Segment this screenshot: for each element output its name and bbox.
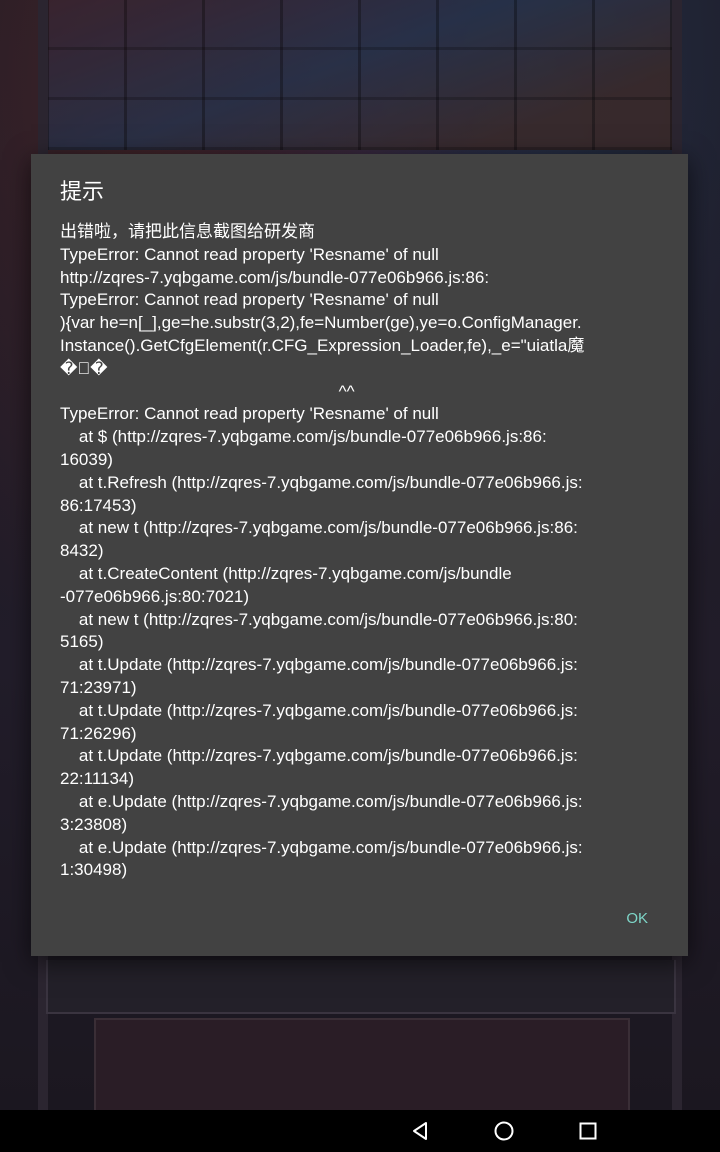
message-line: ){var he=n[_],ge=he.substr(3,2),fe=Numbe… — [60, 313, 582, 333]
message-line: 71:23971) — [60, 677, 137, 697]
message-line: at t.Update (http://zqres-7.yqbgame.com/… — [60, 700, 578, 720]
background-lower-panel — [46, 960, 676, 1014]
error-dialog: 提示 出错啦，请把此信息截图给研发商 TypeError: Cannot read… — [31, 154, 688, 956]
back-triangle-icon — [413, 1122, 427, 1140]
message-line: 1:30498) — [60, 860, 128, 880]
message-line: TypeError: Cannot read property 'Resname… — [60, 404, 439, 424]
message-line: 16039) — [60, 449, 113, 469]
message-line: at new t (http://zqres-7.yqbgame.com/js/… — [60, 609, 578, 629]
home-circle-icon — [494, 1121, 514, 1141]
message-line: Instance().GetCfgElement(r.CFG_Expressio… — [60, 335, 585, 355]
message-line: 出错啦，请把此信息截图给研发商 — [60, 222, 315, 241]
recent-apps-square-icon — [579, 1122, 597, 1140]
dialog-title: 提示 — [60, 179, 105, 204]
message-line: ^^ — [60, 381, 355, 401]
back-button[interactable] — [390, 1110, 450, 1152]
message-line: TypeError: Cannot read property 'Resname… — [60, 290, 439, 310]
message-line: at t.Update (http://zqres-7.yqbgame.com/… — [60, 746, 578, 766]
message-line: at t.Refresh (http://zqres-7.yqbgame.com… — [60, 472, 583, 492]
dialog-message: 出错啦，请把此信息截图给研发商 TypeError: Cannot read pr… — [60, 221, 660, 882]
background-bottom-panel — [94, 1018, 630, 1114]
message-line: at t.CreateContent (http://zqres-7.yqbga… — [60, 563, 512, 583]
message-line: 71:26296) — [60, 723, 137, 743]
message-line: at e.Update (http://zqres-7.yqbgame.com/… — [60, 791, 583, 811]
message-line: at e.Update (http://zqres-7.yqbgame.com/… — [60, 837, 583, 857]
message-line: 3:23808) — [60, 814, 128, 834]
home-button[interactable] — [474, 1110, 534, 1152]
android-nav-bar — [0, 1110, 720, 1152]
recent-apps-button[interactable] — [558, 1110, 618, 1152]
stained-glass-artwork — [46, 0, 672, 150]
message-line: -077e06b966.js:80:7021) — [60, 586, 250, 606]
message-line: 22:11134) — [60, 769, 135, 789]
message-line: at t.Update (http://zqres-7.yqbgame.com/… — [60, 655, 578, 675]
message-line: at $ (http://zqres-7.yqbgame.com/js/bund… — [60, 427, 547, 447]
message-line: at new t (http://zqres-7.yqbgame.com/js/… — [60, 518, 578, 538]
message-line: TypeError: Cannot read property 'Resname… — [60, 244, 439, 264]
message-line: 5165) — [60, 632, 104, 652]
message-line: � � — [60, 358, 108, 378]
message-line: 86:17453) — [60, 495, 137, 515]
message-line: 8432) — [60, 541, 104, 561]
ok-button[interactable]: OK — [626, 907, 648, 931]
message-line: http://zqres-7.yqbgame.com/js/bundle-077… — [60, 267, 490, 287]
